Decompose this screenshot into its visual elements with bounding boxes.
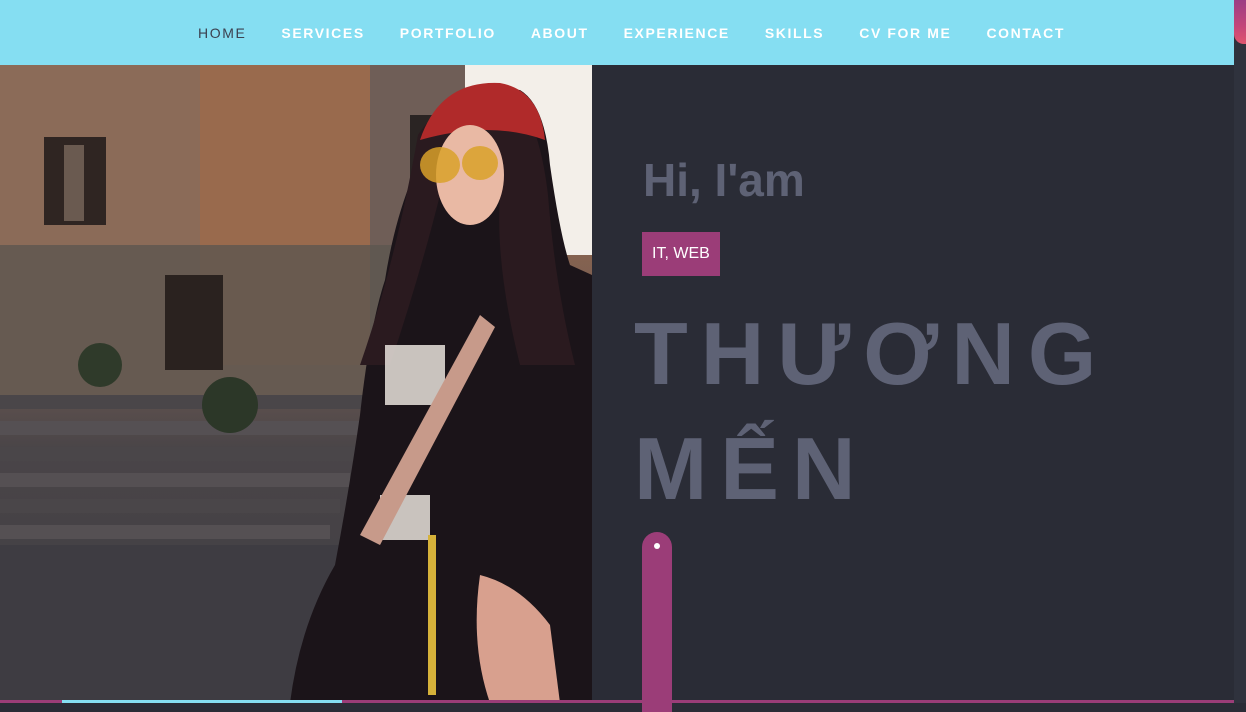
window-left-pane [64, 145, 84, 221]
hero-content: Hi, I'am IT, WEB THƯƠNG MẾN [592, 65, 1234, 712]
sunglasses-left-lens [420, 147, 460, 183]
nav-item-experience[interactable]: EXPERIENCE [624, 25, 730, 41]
top-navbar: HOME SERVICES PORTFOLIO ABOUT EXPERIENCE… [0, 0, 1234, 65]
nav-item-cv[interactable]: CV FOR ME [859, 25, 951, 41]
role-badge: IT, WEB [642, 232, 720, 276]
nav-item-contact[interactable]: CONTACT [986, 25, 1065, 41]
plant-center [202, 377, 258, 433]
nav-item-services[interactable]: SERVICES [281, 25, 364, 41]
scroll-down-indicator[interactable] [642, 532, 672, 712]
nav-item-portfolio[interactable]: PORTFOLIO [400, 25, 496, 41]
nav-item-home[interactable]: HOME [198, 25, 246, 41]
greeting-heading: Hi, I'am [643, 154, 805, 206]
scrollbar-thumb[interactable] [1234, 0, 1246, 44]
nav-menu: HOME SERVICES PORTFOLIO ABOUT EXPERIENCE… [198, 0, 1100, 65]
nav-item-about[interactable]: ABOUT [531, 25, 589, 41]
scroll-dot-icon [654, 543, 660, 549]
page-scrollbar[interactable] [1234, 0, 1246, 703]
doorway [165, 275, 223, 370]
name-heading-line2: MẾN [634, 419, 869, 518]
sunglasses-right-lens [462, 146, 498, 180]
hero-photo [0, 65, 592, 703]
hero-photo-illustration [0, 65, 592, 703]
plant-left [78, 343, 122, 387]
name-heading-line1: THƯƠNG [634, 304, 1110, 403]
yellow-lanyard [428, 535, 436, 695]
stairs [0, 395, 380, 539]
nav-item-skills[interactable]: SKILLS [765, 25, 824, 41]
